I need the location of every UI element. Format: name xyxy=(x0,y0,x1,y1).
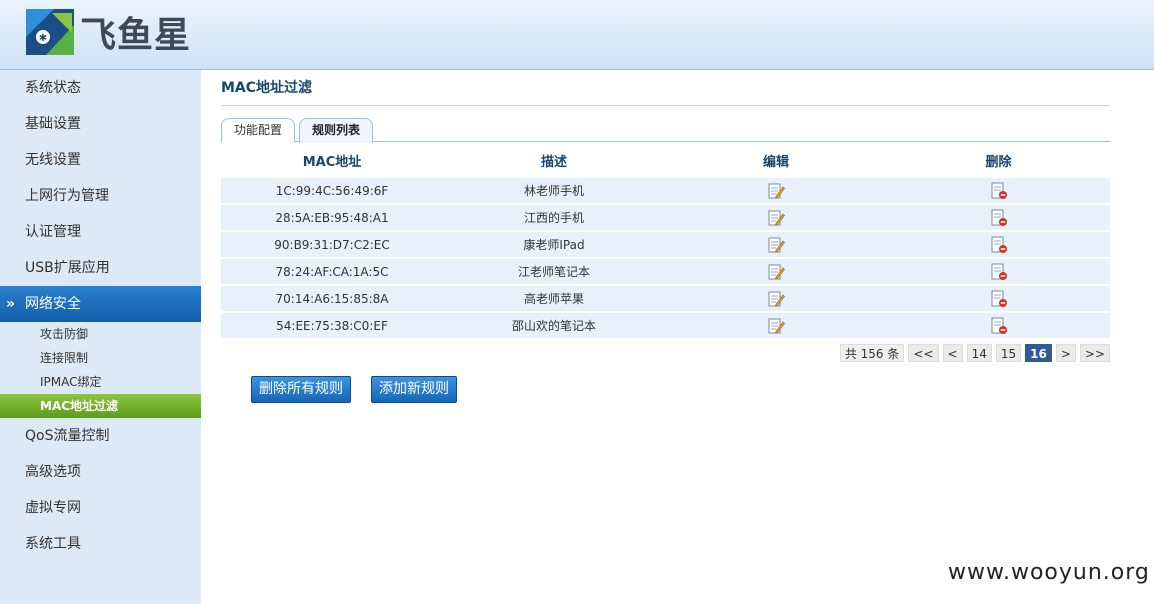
delete-all-rules-button[interactable]: 删除所有规则 xyxy=(251,376,351,403)
delete-icon[interactable] xyxy=(990,263,1008,281)
table-row: 70:14:A6:15:85:8A 高老师苹果 xyxy=(221,286,1110,311)
main-content: MAC地址过滤 功能配置 规则列表 MAC地址 描述 编辑 删除 1C:99:4… xyxy=(221,70,1110,403)
edit-icon[interactable] xyxy=(767,236,785,254)
cell-edit xyxy=(665,205,887,230)
sidebar-subitem-mac-filter[interactable]: MAC地址过滤 xyxy=(0,394,201,418)
table-row: 1C:99:4C:56:49:6F 林老师手机 xyxy=(221,178,1110,203)
sidebar-subitem-attack-defense[interactable]: 攻击防御 xyxy=(0,322,201,346)
sidebar-item-vpn[interactable]: 虚拟专网 xyxy=(0,490,201,526)
tab-function-config[interactable]: 功能配置 xyxy=(221,118,296,142)
pagination-current-page[interactable]: 16 xyxy=(1025,344,1052,362)
logo-icon: ✱ xyxy=(24,7,76,57)
pagination-page[interactable]: 14 xyxy=(966,344,992,362)
cell-desc: 江西的手机 xyxy=(443,205,665,230)
sidebar-subitem-ipmac-binding[interactable]: IPMAC绑定 xyxy=(0,370,201,394)
edit-icon[interactable] xyxy=(767,290,785,308)
col-header-edit: 编辑 xyxy=(762,154,789,170)
col-header-delete: 删除 xyxy=(985,154,1012,170)
sidebar-item-wireless-settings[interactable]: 无线设置 xyxy=(0,142,201,178)
delete-icon[interactable] xyxy=(990,317,1008,335)
cell-delete xyxy=(887,313,1110,338)
cell-desc: 江老师笔记本 xyxy=(443,259,665,284)
page-title: MAC地址过滤 xyxy=(221,70,1110,106)
pagination-next[interactable]: > xyxy=(1055,344,1076,362)
cell-mac: 1C:99:4C:56:49:6F xyxy=(221,178,443,203)
cell-desc: 高老师苹果 xyxy=(443,286,665,311)
cell-mac: 28:5A:EB:95:48:A1 xyxy=(221,205,443,230)
pagination-page[interactable]: 15 xyxy=(995,344,1022,362)
sidebar-item-network-security[interactable]: » 网络安全 xyxy=(0,286,201,322)
sidebar-item-basic-settings[interactable]: 基础设置 xyxy=(0,106,201,142)
edit-icon[interactable] xyxy=(767,182,785,200)
table-row: 78:24:AF:CA:1A:5C 江老师笔记本 xyxy=(221,259,1110,284)
cell-desc: 邵山欢的笔记本 xyxy=(443,313,665,338)
cell-mac: 54:EE:75:38:C0:EF xyxy=(221,313,443,338)
delete-icon[interactable] xyxy=(990,236,1008,254)
sidebar-item-system-tools[interactable]: 系统工具 xyxy=(0,526,201,562)
cell-edit xyxy=(665,286,887,311)
edit-icon[interactable] xyxy=(767,317,785,335)
cell-edit xyxy=(665,313,887,338)
pagination-prev[interactable]: < xyxy=(942,344,963,362)
rule-table: MAC地址 描述 编辑 删除 1C:99:4C:56:49:6F 林老师手机 28:… xyxy=(221,142,1110,340)
col-header-desc: 描述 xyxy=(540,154,567,170)
cell-mac: 78:24:AF:CA:1A:5C xyxy=(221,259,443,284)
pagination-total: 共 156 条 xyxy=(839,344,905,362)
table-row: 54:EE:75:38:C0:EF 邵山欢的笔记本 xyxy=(221,313,1110,338)
sidebar: 系统状态 基础设置 无线设置 上网行为管理 认证管理 USB扩展应用 » 网络安全… xyxy=(0,70,201,604)
cell-delete xyxy=(887,232,1110,257)
col-header-mac: MAC地址 xyxy=(302,154,362,170)
cell-mac: 90:B9:31:D7:C2:EC xyxy=(221,232,443,257)
cell-delete xyxy=(887,259,1110,284)
sidebar-subitem-connection-limit[interactable]: 连接限制 xyxy=(0,346,201,370)
sidebar-item-qos[interactable]: QoS流量控制 xyxy=(0,418,201,454)
delete-icon[interactable] xyxy=(990,290,1008,308)
cell-edit xyxy=(665,259,887,284)
double-chevron-down-icon: » xyxy=(6,296,16,312)
edit-icon[interactable] xyxy=(767,263,785,281)
header: ✱ 飞鱼星 xyxy=(0,0,1154,70)
logo: ✱ 飞鱼星 xyxy=(24,6,191,58)
svg-text:✱: ✱ xyxy=(39,33,47,44)
delete-icon[interactable] xyxy=(990,209,1008,227)
add-new-rule-button[interactable]: 添加新规则 xyxy=(371,376,457,403)
edit-icon[interactable] xyxy=(767,209,785,227)
table-row: 28:5A:EB:95:48:A1 江西的手机 xyxy=(221,205,1110,230)
cell-delete xyxy=(887,178,1110,203)
sidebar-item-system-status[interactable]: 系统状态 xyxy=(0,70,201,106)
cell-delete xyxy=(887,286,1110,311)
cell-delete xyxy=(887,205,1110,230)
logo-text: 飞鱼星 xyxy=(80,15,192,56)
pagination-first[interactable]: << xyxy=(908,344,939,362)
tab-bar: 功能配置 规则列表 xyxy=(221,106,1110,143)
sidebar-item-internet-behavior[interactable]: 上网行为管理 xyxy=(0,178,201,214)
sidebar-item-label: 网络安全 xyxy=(25,296,81,312)
sidebar-item-advanced[interactable]: 高级选项 xyxy=(0,454,201,490)
cell-edit xyxy=(665,178,887,203)
cell-edit xyxy=(665,232,887,257)
cell-desc: 康老师IPad xyxy=(443,232,665,257)
sidebar-item-usb-extension[interactable]: USB扩展应用 xyxy=(0,250,201,286)
table-header-row: MAC地址 描述 编辑 删除 xyxy=(221,144,1110,176)
watermark: www.wooyun.org xyxy=(948,560,1150,585)
sidebar-item-auth-management[interactable]: 认证管理 xyxy=(0,214,201,250)
pagination: 共 156 条 << < 14 15 16 > >> xyxy=(839,344,1110,362)
cell-desc: 林老师手机 xyxy=(443,178,665,203)
pagination-last[interactable]: >> xyxy=(1079,344,1110,362)
cell-mac: 70:14:A6:15:85:8A xyxy=(221,286,443,311)
tab-rule-list[interactable]: 规则列表 xyxy=(299,118,374,143)
delete-icon[interactable] xyxy=(990,182,1008,200)
table-row: 90:B9:31:D7:C2:EC 康老师IPad xyxy=(221,232,1110,257)
